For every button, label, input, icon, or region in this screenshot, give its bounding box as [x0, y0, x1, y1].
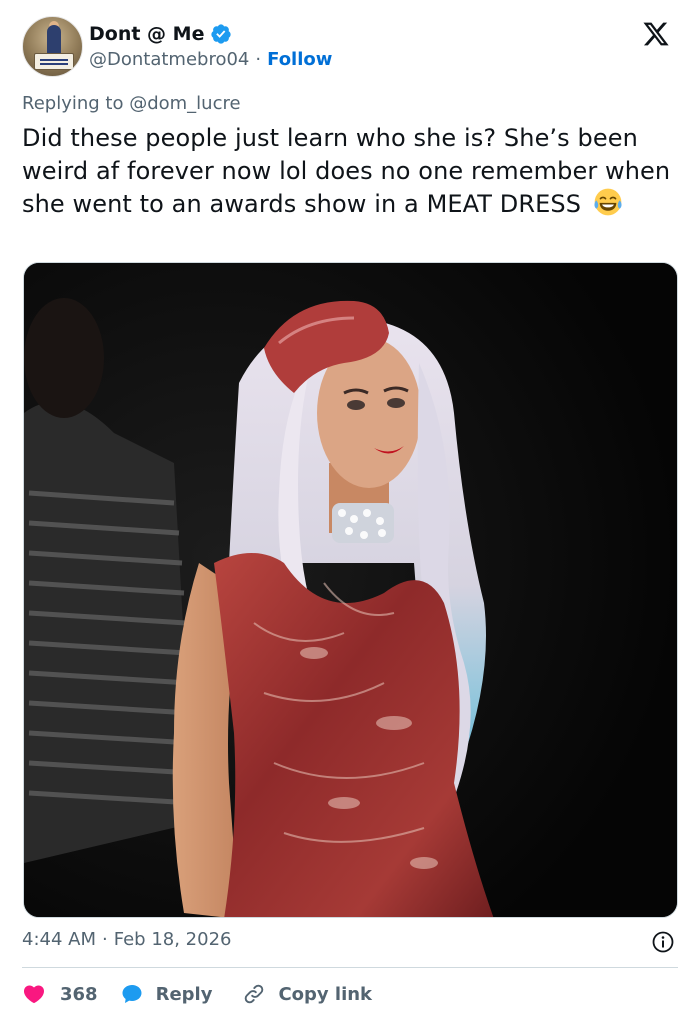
follow-button[interactable]: Follow [267, 49, 332, 70]
info-icon[interactable] [651, 930, 675, 954]
like-button[interactable]: 368 [22, 982, 98, 1006]
x-logo-icon[interactable] [636, 20, 676, 48]
tweet-date: Feb 18, 2026 [113, 929, 232, 950]
separator-dot: · [102, 929, 108, 950]
tweet-actions: 368 Reply Copy link [22, 980, 372, 1008]
reply-prefix: Replying to [22, 93, 130, 114]
link-icon [245, 984, 264, 1004]
tweet-body: Did these people just learn who she is? … [22, 124, 671, 218]
tweet-card: Dont @ Me @Dontatmebro04 · Follow Replyi… [0, 0, 700, 1021]
reply-label: Reply [155, 983, 213, 1005]
photo-image [24, 263, 677, 917]
tweet-timestamp[interactable]: 4:44 AM · Feb 18, 2026 [22, 929, 231, 950]
separator-dot: · [255, 49, 262, 70]
tweet-photo[interactable] [23, 262, 678, 918]
reply-button[interactable]: Reply [120, 982, 213, 1006]
speech-bubble-icon [122, 985, 142, 1003]
reply-mention-link[interactable]: @dom_lucre [129, 93, 240, 114]
author-handle-row: @Dontatmebro04 · Follow [89, 49, 332, 70]
avatar-figure-shape [47, 25, 61, 55]
author-avatar[interactable] [22, 16, 83, 77]
heart-icon [23, 985, 45, 1004]
tweet-text: Did these people just learn who she is? … [22, 122, 682, 221]
like-count: 368 [60, 983, 98, 1005]
verified-badge-icon [211, 24, 232, 44]
author-name-row: Dont @ Me [89, 21, 232, 47]
copy-link-label: Copy link [278, 983, 373, 1005]
avatar-sign-shape [34, 53, 74, 70]
reply-context: Replying to @dom_lucre [22, 93, 241, 114]
author-display-name[interactable]: Dont @ Me [89, 23, 204, 45]
face-with-tears-of-joy-icon [594, 188, 622, 216]
copy-link-button[interactable]: Copy link [242, 982, 372, 1006]
tweet-time: 4:44 AM [22, 929, 96, 950]
divider [22, 967, 678, 968]
author-handle[interactable]: @Dontatmebro04 [89, 49, 249, 70]
